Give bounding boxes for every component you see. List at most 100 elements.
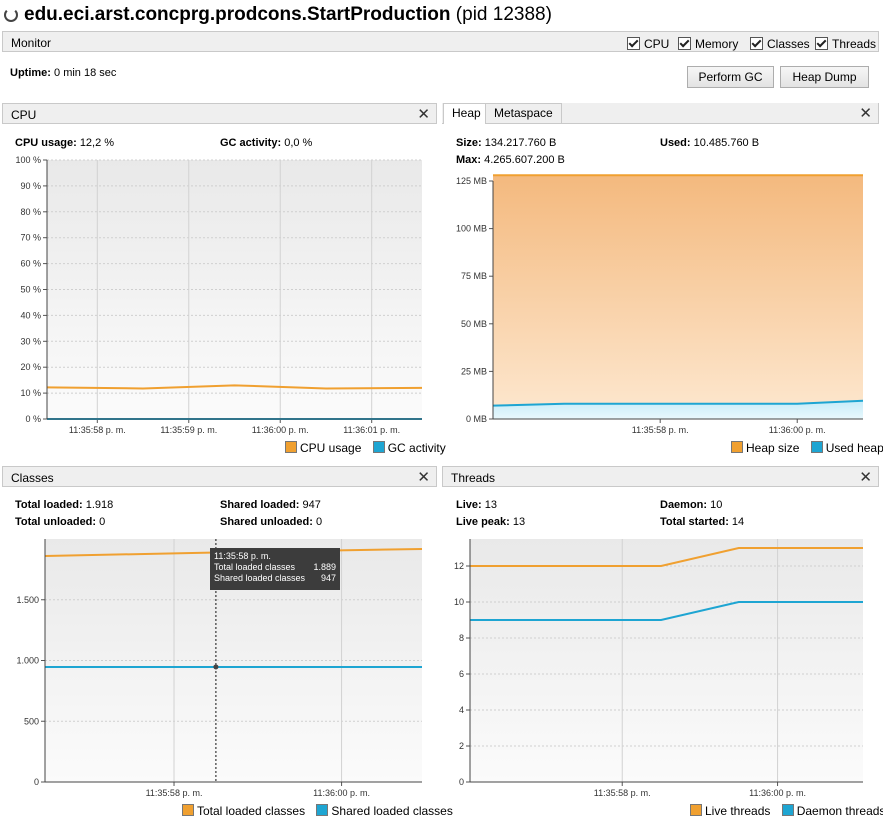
y-tick-label: 0: [34, 777, 39, 787]
y-tick-label: 4: [459, 705, 464, 715]
total-started-stat: Total started: 14: [660, 516, 745, 528]
checkbox-checked-icon: [815, 37, 828, 50]
checkbox-classes[interactable]: Classes: [750, 37, 810, 51]
monitor-label: Monitor: [11, 36, 52, 50]
legend-swatch: [731, 441, 743, 453]
legend-item-used-heap: Used heap: [810, 441, 883, 455]
heap-legend: Heap size Used heap: [731, 441, 883, 455]
perform-gc-button[interactable]: Perform GC: [687, 66, 774, 88]
y-tick-label: 80 %: [20, 207, 41, 217]
tab-heap[interactable]: Heap: [443, 103, 490, 124]
checkbox-cpu[interactable]: CPU: [627, 37, 669, 51]
window-title: edu.eci.arst.concprg.prodcons.StartProdu…: [0, 0, 883, 31]
x-tick-label: 11:36:00 p. m.: [749, 788, 806, 798]
uptime: Uptime: 0 min 18 sec: [10, 67, 117, 79]
tooltip-time: 11:35:58 p. m.: [214, 551, 271, 561]
y-tick-label: 30 %: [20, 336, 41, 346]
x-tick-label: 11:35:58 p. m.: [632, 425, 689, 435]
legend-swatch: [285, 441, 297, 453]
process-name: edu.eci.arst.concprg.prodcons.StartProdu…: [24, 4, 552, 25]
legend-item-heap-size: Heap size: [731, 441, 799, 455]
y-tick-label: 0 %: [25, 414, 41, 424]
legend-item-shared-loaded: Shared loaded classes: [316, 804, 453, 818]
legend-swatch: [372, 441, 385, 453]
cpu-panel-header: CPU ✕: [2, 103, 437, 124]
y-tick-label: 500: [24, 716, 39, 726]
live-threads-stat: Live: 13: [456, 499, 497, 511]
y-tick-label: 12: [454, 561, 464, 571]
process-pid: (pid 12388): [455, 4, 552, 25]
cpu-chart: 0 % 10 % 20 % 30 % 40 % 50 % 60 % 70 % 80 % 90 % 1…: [15, 155, 423, 435]
y-tick-label: 125 MB: [456, 176, 487, 186]
heap-used-stat: Used: 10.485.760 B: [660, 137, 760, 149]
live-peak-stat: Live peak: 13: [456, 516, 526, 528]
heap-dump-button[interactable]: Heap Dump: [780, 66, 869, 88]
checkbox-checked-icon: [678, 37, 691, 50]
heap-max-stat: Max: 4.265.607.200 B: [456, 154, 565, 166]
close-icon[interactable]: ✕: [417, 105, 430, 123]
classes-panel-header: Classes ✕: [2, 466, 437, 487]
y-tick-label: 8: [459, 633, 464, 643]
threads-panel-header: Threads ✕: [442, 466, 879, 487]
total-unloaded-stat: Total unloaded: 0: [15, 516, 106, 528]
tooltip-row: Total loaded classes 1.889: [214, 562, 336, 572]
threads-legend: Live threads Daemon threads: [690, 804, 883, 818]
y-tick-label: 10: [454, 597, 464, 607]
y-tick-label: 10 %: [20, 388, 41, 398]
x-tick-label: 11:35:58 p. m.: [69, 425, 126, 435]
x-tick-label: 11:35:58 p. m.: [146, 788, 203, 798]
y-tick-label: 1.500: [16, 595, 39, 605]
tooltip-row: Shared loaded classes 947: [214, 573, 336, 583]
y-tick-label: 40 %: [20, 310, 41, 320]
y-tick-label: 100 MB: [456, 224, 487, 234]
gc-activity-stat: GC activity: 0,0 %: [220, 137, 313, 149]
x-tick-label: 11:36:00 p. m.: [769, 425, 826, 435]
monitor-bar: Monitor CPU Memory Classes Threads: [2, 31, 879, 52]
y-tick-label: 70 %: [20, 233, 41, 243]
checkbox-threads[interactable]: Threads: [815, 37, 876, 51]
cpu-usage-stat: CPU usage: 12,2 %: [15, 137, 115, 149]
shared-loaded-stat: Shared loaded: 947: [220, 499, 321, 511]
legend-swatch: [810, 441, 823, 453]
legend-swatch: [781, 804, 794, 816]
y-tick-label: 0 MB: [466, 414, 487, 424]
checkbox-memory[interactable]: Memory: [678, 37, 738, 51]
classes-panel-title: Classes: [11, 471, 54, 485]
legend-item-total-loaded: Total loaded classes: [182, 804, 305, 818]
close-icon[interactable]: ✕: [417, 468, 430, 486]
x-tick-label: 11:36:01 p. m.: [343, 425, 400, 435]
tab-metaspace[interactable]: Metaspace: [485, 103, 562, 124]
legend-swatch: [182, 804, 194, 816]
x-tick-label: 11:35:59 p. m.: [160, 425, 217, 435]
y-tick-label: 75 MB: [461, 271, 487, 281]
daemon-threads-stat: Daemon: 10: [660, 499, 723, 511]
cpu-legend: CPU usage GC activity: [285, 441, 446, 455]
threads-chart: 0 2 4 6 8 10 12 11:35:58 p. m. 11:36:00 p. m.: [454, 539, 863, 798]
heap-size-stat: Size: 134.217.760 B: [456, 137, 557, 149]
y-tick-label: 0: [459, 777, 464, 787]
y-tick-label: 50 MB: [461, 319, 487, 329]
legend-item-daemon-threads: Daemon threads: [781, 804, 883, 818]
y-tick-label: 100 %: [15, 155, 41, 165]
y-tick-label: 1.000: [16, 656, 39, 666]
close-icon[interactable]: ✕: [859, 468, 872, 486]
x-tick-label: 11:36:00 p. m.: [313, 788, 370, 798]
y-tick-label: 20 %: [20, 362, 41, 372]
classes-legend: Total loaded classes Shared loaded class…: [182, 804, 453, 818]
checkbox-checked-icon: [627, 37, 640, 50]
chart-tooltip: 11:35:58 p. m. Total loaded classes 1.889…: [210, 548, 340, 590]
cpu-panel-title: CPU: [11, 108, 37, 122]
shared-unloaded-stat: Shared unloaded: 0: [220, 516, 323, 528]
refresh-spinner-icon: [4, 8, 18, 22]
total-loaded-stat: Total loaded: 1.918: [15, 499, 114, 511]
area-fill-heap-size: [493, 175, 863, 419]
x-tick-label: 11:36:00 p. m.: [252, 425, 309, 435]
y-tick-label: 6: [459, 669, 464, 679]
checkbox-checked-icon: [750, 37, 763, 50]
y-tick-label: 90 %: [20, 181, 41, 191]
threads-panel-title: Threads: [451, 471, 496, 485]
legend-item-cpu-usage: CPU usage: [285, 441, 361, 455]
hover-point: [213, 664, 219, 670]
close-icon[interactable]: ✕: [859, 104, 872, 122]
x-tick-label: 11:35:58 p. m.: [594, 788, 651, 798]
